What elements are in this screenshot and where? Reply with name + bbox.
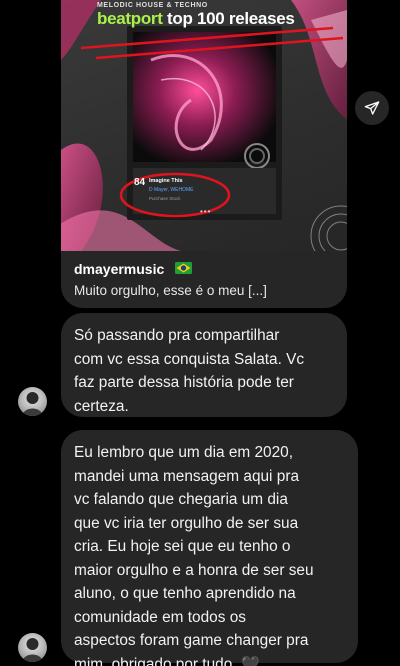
avatar-photo (22, 392, 43, 416)
share-button[interactable] (355, 91, 389, 125)
message-bubble[interactable]: Só passando pra compartilhar com vc essa… (61, 313, 347, 417)
track-title: Imagine This (149, 178, 183, 184)
genre-label: MELODIC HOUSE & TECHNO (97, 2, 208, 9)
brazil-flag-icon (175, 262, 192, 274)
brand-name: beatport (97, 9, 163, 28)
paper-plane-icon (364, 101, 380, 115)
shared-post-card[interactable]: MELODIC HOUSE & TECHNO beatport top 100 … (61, 0, 347, 308)
post-caption: Muito orgulho, esse é o meu [...] (74, 283, 267, 298)
post-username[interactable]: dmayermusic (74, 261, 164, 277)
track-artists: D Mayer, WEHOME (149, 187, 194, 193)
avatar-photo (22, 638, 43, 662)
message-bubble[interactable]: Eu lembro que um dia em 2020, mandei uma… (61, 430, 358, 666)
more-options-icon: ••• (200, 207, 212, 216)
sender-avatar[interactable] (18, 633, 47, 662)
track-label: Purchase Stock (149, 196, 181, 201)
post-headline: beatport top 100 releases (97, 9, 295, 29)
track-rank: 84 (134, 177, 146, 188)
sender-avatar[interactable] (18, 387, 47, 416)
post-image[interactable]: MELODIC HOUSE & TECHNO beatport top 100 … (61, 0, 347, 251)
headline-rest: top 100 releases (162, 9, 295, 28)
chat-thread: MELODIC HOUSE & TECHNO beatport top 100 … (0, 0, 400, 666)
